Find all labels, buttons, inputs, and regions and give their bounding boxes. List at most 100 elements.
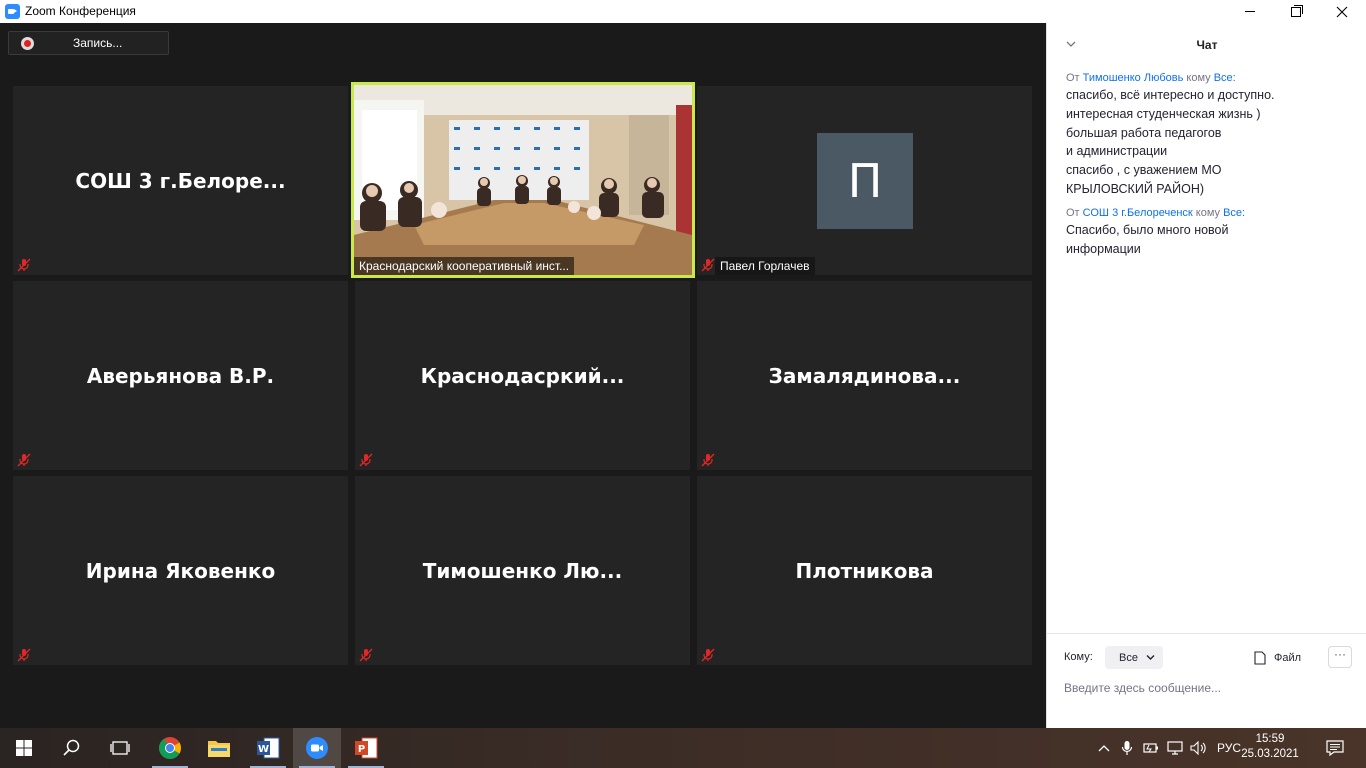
svg-text:W: W xyxy=(258,744,269,755)
muted-mic-icon xyxy=(359,453,373,467)
participant-tile[interactable]: Краснодасркий... xyxy=(355,281,690,470)
window-title: Zoom Конференция xyxy=(25,4,136,18)
title-bar: Zoom Конференция xyxy=(0,0,1366,24)
windows-taskbar: W P РУС 15:59 25.03.2021 xyxy=(0,728,1366,768)
zoom-icon xyxy=(306,737,328,759)
participant-tile[interactable]: СОШ 3 г.Белоре... xyxy=(13,86,348,275)
recording-label: Запись... xyxy=(73,36,123,50)
zoom-app-icon xyxy=(5,4,20,19)
participant-tile[interactable]: Плотникова xyxy=(697,476,1032,665)
maximize-icon xyxy=(1291,4,1303,17)
muted-mic-icon xyxy=(17,453,31,467)
to-word: кому xyxy=(1195,206,1221,219)
muted-mic-icon xyxy=(359,648,373,662)
to-label: Кому: xyxy=(1064,651,1093,663)
chat-panel: Чат От Тимошенко Любовь кому Все: спасиб… xyxy=(1046,23,1366,728)
chat-message-text: Спасибо, было много новой информации xyxy=(1066,222,1229,256)
volume-icon xyxy=(1190,741,1206,755)
participant-tile[interactable]: Тимошенко Лю... xyxy=(355,476,690,665)
tray-volume[interactable] xyxy=(1188,728,1210,768)
file-label: Файл xyxy=(1274,652,1302,664)
participant-name: Плотникова xyxy=(795,558,934,583)
windows-logo-icon xyxy=(16,740,32,756)
power-plug-icon xyxy=(1143,743,1158,753)
avatar: П xyxy=(817,133,913,229)
muted-mic-icon xyxy=(701,258,715,272)
notifications-button[interactable] xyxy=(1320,728,1350,768)
participant-tile[interactable]: Ирина Яковенко xyxy=(13,476,348,665)
participant-tile[interactable]: П Павел Горлачев xyxy=(697,86,1032,275)
sender-name[interactable]: Тимошенко Любовь xyxy=(1083,72,1184,84)
taskbar-zoom[interactable] xyxy=(293,728,341,768)
participant-tile[interactable]: Замалядинова... xyxy=(697,281,1032,470)
muted-mic-icon xyxy=(701,648,715,662)
task-view-button[interactable] xyxy=(96,728,144,768)
close-button[interactable] xyxy=(1319,0,1365,23)
from-prefix: От xyxy=(1066,72,1080,84)
chat-title: Чат xyxy=(1196,38,1218,52)
chevron-down-icon xyxy=(1146,655,1155,660)
from-prefix: От xyxy=(1066,206,1080,219)
chrome-icon xyxy=(159,737,181,759)
taskbar-word[interactable]: W xyxy=(244,728,292,768)
taskbar-file-explorer[interactable] xyxy=(195,728,243,768)
tray-power[interactable] xyxy=(1140,728,1162,768)
recording-indicator[interactable]: Запись... xyxy=(8,31,169,55)
file-icon xyxy=(1254,651,1266,665)
video-gallery: Запись... СОШ 3 г.Белоре... Краснодарски… xyxy=(0,23,1046,728)
taskbar-chrome[interactable] xyxy=(146,728,194,768)
participant-name: СОШ 3 г.Белоре... xyxy=(75,168,286,193)
minimize-button[interactable] xyxy=(1227,0,1273,23)
chat-message-text: спасибо, всё интересно и доступно. интер… xyxy=(1066,88,1275,196)
network-icon xyxy=(1167,741,1183,755)
participant-label: Павел Горлачев xyxy=(715,257,815,275)
tray-show-hidden[interactable] xyxy=(1094,728,1114,768)
clock-time: 15:59 xyxy=(1255,733,1285,745)
chat-message-meta: От Тимошенко Любовь кому Все: xyxy=(1066,70,1357,86)
participant-tile-active-speaker[interactable]: Краснодарский кооперативный инст... xyxy=(351,82,695,278)
tray-microphone[interactable] xyxy=(1117,728,1137,768)
record-icon xyxy=(21,37,34,50)
muted-mic-icon xyxy=(701,453,715,467)
start-button[interactable] xyxy=(0,728,48,768)
participant-name: Тимошенко Лю... xyxy=(422,558,623,583)
search-icon xyxy=(63,739,80,756)
more-options-button[interactable]: ··· xyxy=(1328,646,1352,668)
participant-name: Замалядинова... xyxy=(768,363,961,388)
powerpoint-icon: P xyxy=(355,737,378,759)
chat-messages: От Тимошенко Любовь кому Все: спасибо, в… xyxy=(1066,70,1357,264)
muted-mic-icon xyxy=(17,648,31,662)
sender-name[interactable]: СОШ 3 г.Белореченск xyxy=(1083,207,1193,219)
taskbar-powerpoint[interactable]: P xyxy=(342,728,390,768)
clock-date: 25.03.2021 xyxy=(1241,748,1299,760)
recipient-name[interactable]: Все: xyxy=(1214,72,1236,84)
recipient-select[interactable]: Все xyxy=(1105,646,1163,669)
search-button[interactable] xyxy=(48,728,96,768)
task-view-icon xyxy=(110,741,130,755)
taskbar-clock[interactable]: 15:59 25.03.2021 xyxy=(1240,732,1300,762)
participant-name: Аверьянова В.Р. xyxy=(86,363,275,388)
folder-icon xyxy=(208,741,230,757)
close-icon xyxy=(1336,6,1348,17)
chevron-up-icon xyxy=(1098,745,1110,752)
chat-divider xyxy=(1047,633,1366,634)
word-icon: W xyxy=(257,737,280,759)
maximize-button[interactable] xyxy=(1273,0,1319,23)
video-feed xyxy=(354,85,692,275)
muted-mic-icon xyxy=(17,258,31,272)
minimize-icon xyxy=(1245,11,1255,12)
participant-label: Краснодарский кооперативный инст... xyxy=(354,257,575,275)
participant-name: Краснодасркий... xyxy=(420,363,625,388)
microphone-icon xyxy=(1121,741,1133,755)
participant-tile[interactable]: Аверьянова В.Р. xyxy=(13,281,348,470)
tray-network[interactable] xyxy=(1164,728,1186,768)
file-button[interactable]: Файл xyxy=(1254,650,1301,666)
chat-message-meta: От СОШ 3 г.Белореченск кому Все: xyxy=(1066,205,1357,221)
chat-message-input[interactable] xyxy=(1064,678,1344,698)
notification-icon xyxy=(1326,740,1344,756)
svg-text:P: P xyxy=(358,744,365,755)
recipient-name[interactable]: Все: xyxy=(1223,207,1245,219)
to-word: кому xyxy=(1186,72,1211,84)
recipient-select-value: Все xyxy=(1119,651,1138,664)
participant-name: Ирина Яковенко xyxy=(85,558,276,583)
